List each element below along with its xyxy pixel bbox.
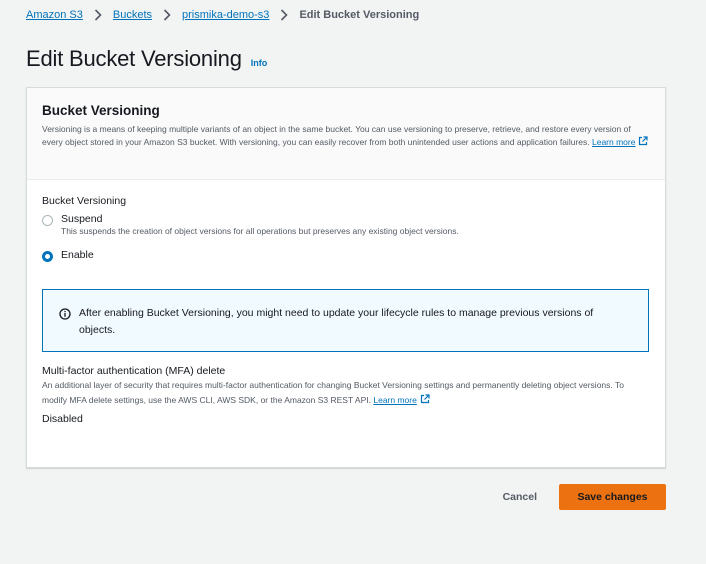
radio-suspend-control[interactable] xyxy=(42,215,53,226)
page-title: Edit Bucket Versioning xyxy=(26,46,242,71)
breadcrumb-buckets[interactable]: Buckets xyxy=(113,9,152,21)
mfa-description-text: An additional layer of security that req… xyxy=(42,380,624,405)
page-header: Edit Bucket Versioning Info xyxy=(26,46,267,72)
info-link[interactable]: Info xyxy=(251,58,268,68)
radio-suspend-label: Suspend xyxy=(61,213,103,225)
bucket-versioning-panel: Bucket Versioning Versioning is a means … xyxy=(26,87,666,468)
external-link-icon xyxy=(638,135,649,146)
alert-text: After enabling Bucket Versioning, you mi… xyxy=(79,307,594,336)
form-actions: Cancel Save changes xyxy=(481,484,666,510)
panel-header: Bucket Versioning Versioning is a means … xyxy=(27,88,665,180)
panel-title: Bucket Versioning xyxy=(42,103,160,118)
learn-more-link[interactable]: Learn more xyxy=(591,135,649,147)
chevron-right-icon xyxy=(159,8,175,22)
mfa-status-value: Disabled xyxy=(42,413,83,425)
breadcrumb: Amazon S3 Buckets prismika-demo-s3 Edit … xyxy=(26,8,419,22)
learn-more-label: Learn more xyxy=(591,136,636,147)
cancel-button[interactable]: Cancel xyxy=(481,491,559,503)
radio-enable-label: Enable xyxy=(61,249,94,261)
breadcrumb-current: Edit Bucket Versioning xyxy=(299,9,420,21)
info-circle-icon xyxy=(59,307,71,320)
panel-description-text: Versioning is a means of keeping multipl… xyxy=(42,124,631,147)
panel-body: Bucket Versioning Suspend This suspends … xyxy=(27,180,665,425)
mfa-learn-more-link[interactable]: Learn more xyxy=(373,394,430,405)
breadcrumb-amazon-s3[interactable]: Amazon S3 xyxy=(26,9,83,21)
radio-suspend[interactable]: Suspend This suspends the creation of ob… xyxy=(42,213,649,237)
panel-description: Versioning is a means of keeping multipl… xyxy=(42,123,649,148)
radio-enable-control[interactable] xyxy=(42,251,53,262)
breadcrumb-bucket-name[interactable]: prismika-demo-s3 xyxy=(182,9,269,21)
chevron-right-icon xyxy=(276,8,292,22)
chevron-right-icon xyxy=(90,8,106,22)
mfa-description: An additional layer of security that req… xyxy=(42,378,649,408)
external-link-icon xyxy=(420,394,430,404)
radio-suspend-description: This suspends the creation of object ver… xyxy=(61,226,459,236)
radio-enable[interactable]: Enable xyxy=(42,249,649,262)
versioning-field-label: Bucket Versioning xyxy=(42,195,127,207)
mfa-title: Multi-factor authentication (MFA) delete xyxy=(42,365,226,377)
info-alert: After enabling Bucket Versioning, you mi… xyxy=(42,289,649,352)
save-changes-button[interactable]: Save changes xyxy=(559,484,666,510)
mfa-learn-more-label: Learn more xyxy=(373,395,417,405)
